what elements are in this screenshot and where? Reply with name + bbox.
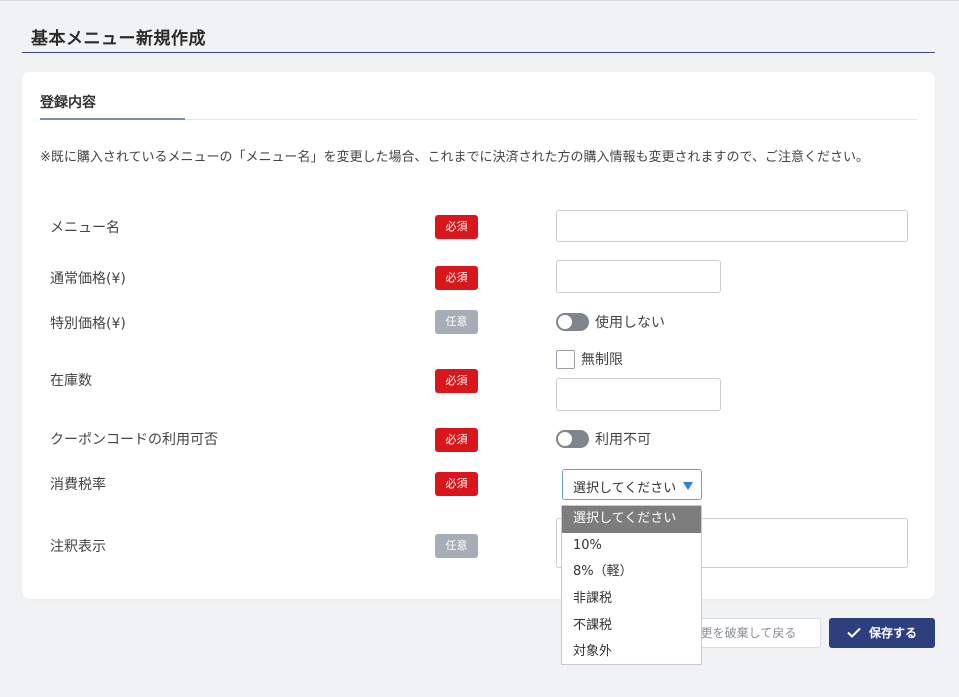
required-badge: 必須	[435, 215, 478, 239]
dropdown-option[interactable]: 非課税	[562, 586, 701, 613]
optional-badge: 任意	[435, 310, 478, 334]
stock-unlimited-label: 無制限	[581, 352, 623, 368]
section-title: 登録内容	[40, 95, 96, 111]
special-price-toggle-label: 使用しない	[595, 315, 665, 331]
section-underline	[40, 118, 185, 120]
optional-badge: 任意	[435, 534, 478, 558]
regular-price-input[interactable]	[556, 260, 721, 293]
tax-rate-dropdown-menu: 選択してください 10% 8%（軽） 非課税 不課税 対象外	[561, 505, 702, 665]
coupon-toggle-row[interactable]: 利用不可	[556, 429, 651, 449]
special-price-toggle-row[interactable]: 使用しない	[556, 312, 665, 332]
coupon-toggle[interactable]	[556, 430, 589, 448]
notice-text: ※既に購入されているメニューの「メニュー名」を変更した場合、これまでに決済された…	[40, 150, 869, 165]
required-badge: 必須	[435, 369, 478, 393]
dropdown-arrow-icon	[683, 482, 693, 490]
registration-card: 登録内容 ※既に購入されているメニューの「メニュー名」を変更した場合、これまでに…	[22, 72, 935, 599]
stock-unlimited-checkbox[interactable]	[556, 349, 575, 369]
check-icon	[847, 619, 861, 649]
page-header: 基本メニュー新規作成	[22, 15, 935, 53]
special-price-toggle[interactable]	[556, 313, 589, 331]
section-header: 登録内容	[40, 72, 917, 120]
required-badge: 必須	[435, 266, 478, 290]
stock-label: 在庫数	[50, 373, 92, 389]
dropdown-option[interactable]: 対象外	[562, 639, 701, 666]
tax-rate-selected-value: 選択してください	[573, 481, 677, 496]
dropdown-option[interactable]: 8%（軽）	[562, 559, 701, 586]
dropdown-option[interactable]: 不課税	[562, 613, 701, 640]
annotation-label: 注釈表示	[50, 539, 106, 555]
coupon-toggle-label: 利用不可	[595, 432, 651, 448]
required-badge: 必須	[435, 428, 478, 452]
coupon-label: クーポンコードの利用可否	[50, 432, 218, 448]
page-title: 基本メニュー新規作成	[31, 29, 206, 49]
stock-unlimited-row[interactable]: 無制限	[556, 349, 623, 369]
special-price-label: 特別価格(¥)	[50, 316, 126, 332]
menu-name-input[interactable]	[556, 210, 908, 242]
tax-rate-label: 消費税率	[50, 477, 106, 493]
required-badge: 必須	[435, 472, 478, 496]
tax-rate-select[interactable]: 選択してください	[562, 469, 702, 500]
save-button[interactable]: 保存する	[829, 618, 935, 648]
menu-name-label: メニュー名	[50, 220, 120, 236]
dropdown-option[interactable]: 選択してください	[562, 506, 701, 533]
stock-input[interactable]	[556, 378, 721, 411]
regular-price-label: 通常価格(¥)	[50, 271, 126, 287]
dropdown-option[interactable]: 10%	[562, 533, 701, 560]
save-button-label: 保存する	[868, 626, 917, 640]
